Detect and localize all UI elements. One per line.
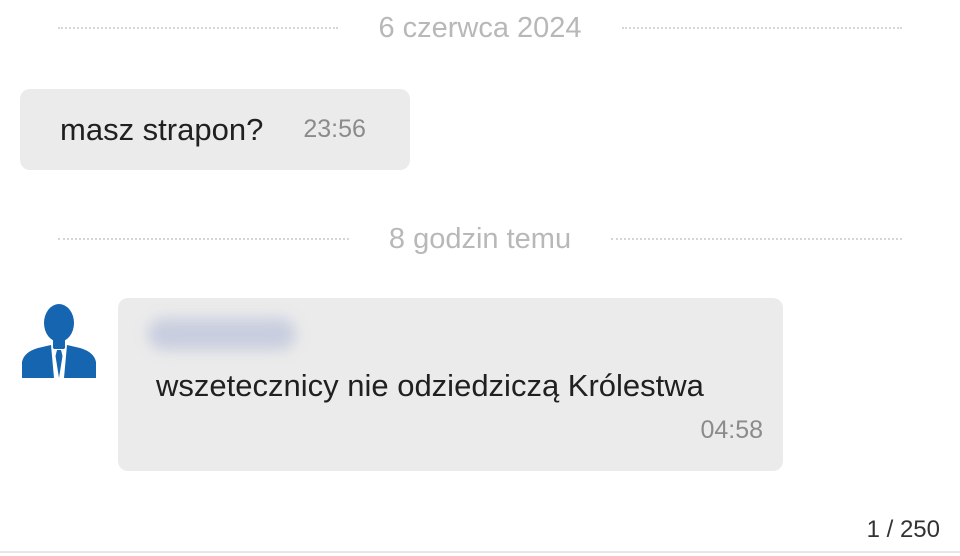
separator-line — [611, 238, 903, 240]
date-separator: 6 czerwca 2024 — [58, 8, 902, 48]
page-counter: 1 / 250 — [866, 516, 940, 543]
separator-line — [58, 27, 339, 29]
separator-line — [621, 27, 902, 29]
sender-name-redacted — [148, 318, 296, 350]
message-bubble[interactable]: masz strapon? 23:56 — [20, 89, 410, 170]
message-text: wszetecznicy nie odziedziczą Królestwa — [156, 368, 704, 403]
message-time: 23:56 — [303, 115, 366, 143]
separator-line — [58, 238, 349, 240]
message-time: 04:58 — [700, 416, 763, 444]
avatar-icon[interactable] — [20, 298, 98, 378]
date-separator-label: 6 czerwca 2024 — [378, 11, 582, 44]
date-separator-label: 8 godzin temu — [388, 222, 572, 255]
message-text: masz strapon? — [60, 111, 264, 147]
bottom-divider — [0, 551, 960, 553]
message-bubble[interactable]: wszetecznicy nie odziedziczą Królestwa 0… — [118, 298, 783, 471]
date-separator: 8 godzin temu — [58, 219, 903, 259]
